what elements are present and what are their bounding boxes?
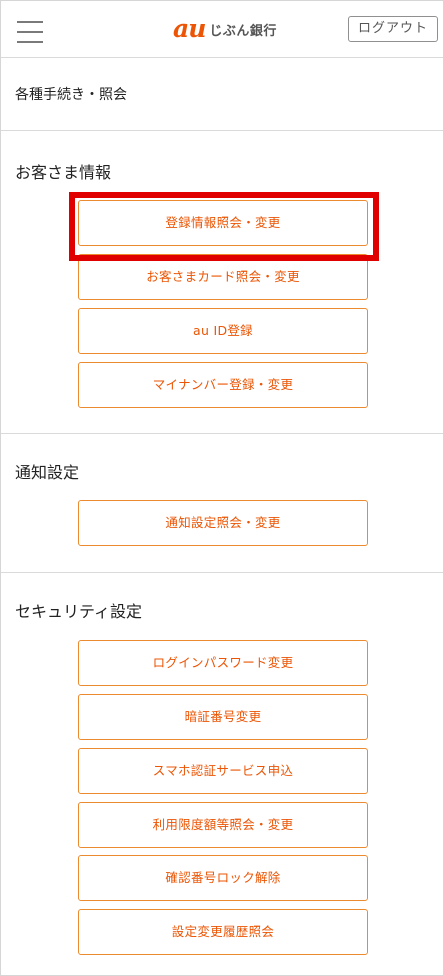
procedures-menu-label: 各種手続き・照会 xyxy=(15,87,127,103)
procedures-menu-item[interactable]: 各種手続き・照会 xyxy=(1,58,443,131)
notification-section: 通知設定 通知設定照会・変更 xyxy=(1,434,443,573)
unlock-confirmation-button[interactable]: 確認番号ロック解除 xyxy=(78,855,368,901)
security-title: セキュリティ設定 xyxy=(15,602,143,621)
customer-info-section: お客さま情報 登録情報照会・変更 お客さまカード照会・変更 au ID登録 マイ… xyxy=(1,131,443,434)
au-logo-mark: au xyxy=(173,14,206,43)
logout-button[interactable]: ログアウト xyxy=(348,16,438,42)
settings-history-button[interactable]: 設定変更履歴照会 xyxy=(78,909,368,955)
customer-card-button[interactable]: お客さまカード照会・変更 xyxy=(78,254,368,300)
app-frame: au じぶん銀行 ログアウト 各種手続き・照会 お客さま情報 登録情報照会・変更… xyxy=(0,0,444,976)
my-number-button[interactable]: マイナンバー登録・変更 xyxy=(78,362,368,408)
bank-logo[interactable]: au じぶん銀行 xyxy=(173,16,277,42)
au-id-register-button[interactable]: au ID登録 xyxy=(78,308,368,354)
security-section: セキュリティ設定 ログインパスワード変更 暗証番号変更 スマホ認証サービス申込 … xyxy=(1,573,443,975)
app-header: au じぶん銀行 ログアウト xyxy=(1,1,443,58)
notification-title: 通知設定 xyxy=(15,463,80,482)
menu-hamburger-icon[interactable] xyxy=(17,21,43,43)
usage-limit-button[interactable]: 利用限度額等照会・変更 xyxy=(78,802,368,848)
registration-info-button[interactable]: 登録情報照会・変更 xyxy=(78,200,368,246)
pin-change-button[interactable]: 暗証番号変更 xyxy=(78,694,368,740)
login-password-button[interactable]: ログインパスワード変更 xyxy=(78,640,368,686)
customer-info-title: お客さま情報 xyxy=(15,163,112,182)
bank-name: じぶん銀行 xyxy=(209,23,277,39)
notification-settings-button[interactable]: 通知設定照会・変更 xyxy=(78,500,368,546)
smartphone-auth-button[interactable]: スマホ認証サービス申込 xyxy=(78,748,368,794)
